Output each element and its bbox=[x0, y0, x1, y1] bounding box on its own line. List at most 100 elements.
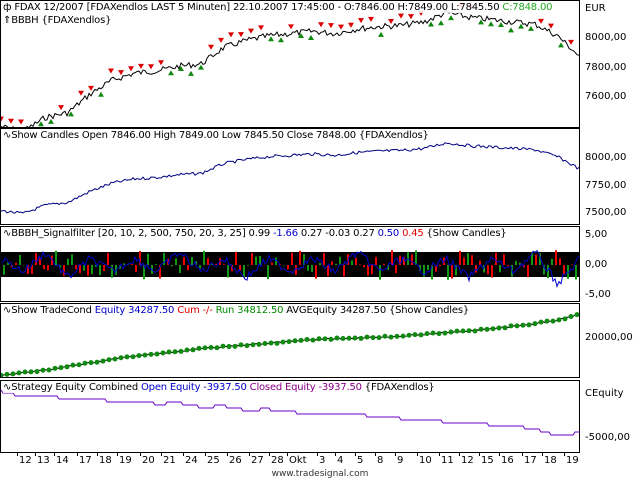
equity-point bbox=[544, 318, 550, 324]
signal-bar bbox=[579, 251, 580, 265]
x-tick-mark bbox=[417, 452, 418, 456]
price-panel[interactable]: ф FDAX 12/2007 [FDAXendlos LAST 5 Minute… bbox=[0, 0, 580, 128]
equity-point bbox=[118, 355, 124, 361]
buy-signal-arrow bbox=[278, 37, 284, 43]
x-tick-mark bbox=[459, 452, 460, 456]
signal-bar bbox=[439, 265, 441, 267]
x-tick-label: 12 bbox=[19, 455, 32, 466]
equity-point bbox=[172, 349, 178, 355]
x-tick-label: 16 bbox=[501, 455, 514, 466]
footer-link[interactable]: www.tradesignal.com bbox=[0, 469, 640, 479]
signal-bar bbox=[135, 265, 137, 273]
signalfilter-panel[interactable]: ∿BBBH_Signalfilter [20, 10, 2, 500, 750,… bbox=[0, 226, 580, 302]
signal-bar bbox=[299, 250, 301, 265]
x-tick-label: 27 bbox=[251, 455, 264, 466]
sell-signal-arrow bbox=[158, 60, 164, 66]
equity-point bbox=[568, 313, 574, 319]
candles-panel[interactable]: ∿Show Candles Open 7846.00 High 7849.00 … bbox=[0, 128, 580, 225]
x-tick-label: 17 bbox=[524, 455, 537, 466]
equity-point bbox=[550, 318, 556, 324]
equity-point bbox=[442, 330, 448, 336]
sell-signal-arrow bbox=[398, 13, 404, 19]
equity-point bbox=[292, 338, 298, 344]
x-tick-mark bbox=[249, 452, 250, 456]
y-tick: -5000,00 bbox=[585, 432, 630, 443]
signal-bar bbox=[491, 265, 493, 278]
sell-signal-arrow bbox=[228, 32, 234, 38]
signal-bar bbox=[359, 264, 361, 265]
x-tick-label: 25 bbox=[207, 455, 220, 466]
equity-point bbox=[556, 317, 562, 323]
unit-label: CEquity bbox=[585, 388, 624, 399]
x-tick-mark bbox=[375, 452, 376, 456]
x-tick-label: 18 bbox=[99, 455, 112, 466]
equity-point bbox=[352, 335, 358, 341]
signal-bar bbox=[227, 265, 229, 278]
x-tick-label: 3 bbox=[319, 455, 326, 466]
x-tick-mark bbox=[117, 452, 118, 456]
sell-signal-arrow bbox=[148, 64, 154, 70]
equity-point bbox=[22, 369, 28, 375]
y-tick: 7750,00 bbox=[585, 180, 627, 191]
signal-bar bbox=[107, 252, 109, 265]
tradecond-panel[interactable]: ∿Show TradeCond Equity 34287.50 Cum -/- … bbox=[0, 303, 580, 378]
signal-bar bbox=[343, 265, 345, 277]
x-tick-mark bbox=[395, 452, 396, 456]
equity-point bbox=[220, 343, 226, 349]
signal-bar bbox=[379, 265, 381, 280]
buy-signal-arrow bbox=[498, 22, 504, 28]
wave-icon: ∿ bbox=[3, 228, 12, 239]
indicator-icon: ⇑ bbox=[3, 15, 12, 26]
equity-point bbox=[538, 319, 544, 325]
signal-bar bbox=[15, 262, 17, 265]
signal-bar bbox=[323, 253, 325, 265]
signal-bar bbox=[335, 263, 337, 265]
x-tick-mark bbox=[522, 452, 523, 456]
equity-point bbox=[226, 344, 232, 350]
signal-bar bbox=[91, 265, 93, 274]
x-tick-mark bbox=[54, 452, 55, 456]
strategy-equity-panel[interactable]: ∿Strategy Equity Combined Open Equity -3… bbox=[0, 380, 580, 453]
signal-bar bbox=[179, 265, 181, 274]
equity-point bbox=[268, 340, 274, 346]
equity-point bbox=[532, 321, 538, 327]
signal-bar bbox=[415, 250, 417, 265]
sell-signal-arrow bbox=[18, 119, 24, 125]
equity-point bbox=[40, 367, 46, 373]
sell-signal-arrow bbox=[138, 63, 144, 69]
sell-signal-arrow bbox=[288, 24, 294, 30]
x-tick-mark bbox=[205, 452, 206, 456]
equity-point bbox=[166, 349, 172, 355]
equity-point bbox=[514, 323, 520, 329]
signal-bar bbox=[495, 252, 497, 265]
buy-signal-arrow bbox=[268, 36, 274, 42]
signal-bar bbox=[255, 256, 257, 265]
buy-signal-arrow bbox=[438, 20, 444, 26]
signal-bar bbox=[311, 265, 313, 273]
equity-point bbox=[154, 351, 160, 357]
equity-point bbox=[520, 322, 526, 328]
x-tick-mark bbox=[439, 452, 440, 456]
x-tick-mark bbox=[499, 452, 500, 456]
signal-bar bbox=[331, 261, 333, 265]
equity-point bbox=[346, 335, 352, 341]
buy-signal-arrow bbox=[558, 42, 564, 48]
equity-point bbox=[496, 325, 502, 331]
equity-point bbox=[490, 326, 496, 332]
equity-point bbox=[10, 371, 16, 377]
sell-signal-arrow bbox=[118, 70, 124, 76]
signal-bar bbox=[451, 265, 453, 279]
signal-bar bbox=[103, 265, 105, 272]
signal-bar bbox=[235, 251, 237, 265]
x-tick-mark bbox=[17, 452, 18, 456]
signal-bar bbox=[3, 265, 5, 275]
signal-bar bbox=[43, 265, 45, 270]
wave-icon: ∿ bbox=[3, 305, 12, 316]
unit-label: EUR bbox=[585, 3, 606, 14]
sell-signal-arrow bbox=[548, 23, 554, 29]
signal-bar bbox=[499, 265, 501, 273]
equity-point bbox=[256, 341, 262, 347]
sell-signal-arrow bbox=[58, 105, 64, 111]
signal-bar bbox=[171, 265, 173, 267]
signal-bar bbox=[187, 265, 189, 271]
